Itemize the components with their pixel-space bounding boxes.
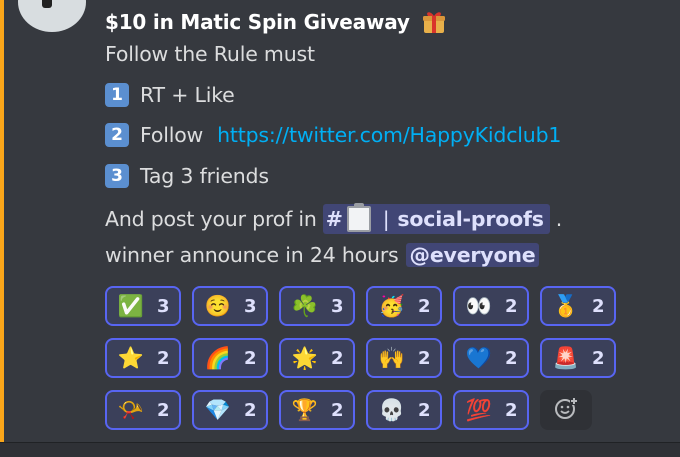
- reaction-pill[interactable]: 🌈 2: [192, 338, 268, 378]
- announce-line: winner announce in 24 hours @everyone: [105, 243, 540, 267]
- post-prefix: And post your prof in: [105, 207, 317, 231]
- reaction-pill[interactable]: ☺️ 3: [192, 286, 268, 326]
- siren-icon: 🚨: [552, 346, 580, 370]
- rule-line-1: 1 RT + Like: [105, 83, 235, 107]
- reaction-count: 2: [592, 347, 605, 369]
- reaction-pill[interactable]: 🥳 2: [366, 286, 442, 326]
- reaction-count: 2: [331, 399, 344, 421]
- intro-text: Follow the Rule must: [105, 42, 315, 66]
- message-title: $10 in Matic Spin Giveaway: [105, 10, 410, 34]
- reaction-pill[interactable]: ✅ 3: [105, 286, 181, 326]
- keycap-one-icon: 1: [105, 83, 129, 107]
- channel-name: social-proofs: [397, 207, 544, 231]
- shamrock-icon: ☘️: [291, 294, 319, 318]
- reaction-pill[interactable]: 💎 2: [192, 390, 268, 430]
- channel-separator: |: [382, 207, 390, 231]
- reaction-count: 2: [505, 399, 518, 421]
- reaction-count: 2: [418, 347, 431, 369]
- post-line: And post your prof in # | social-proofs …: [105, 203, 563, 234]
- reaction-count: 2: [244, 399, 257, 421]
- reaction-count: 2: [418, 399, 431, 421]
- message-title-row: $10 in Matic Spin Giveaway: [105, 7, 446, 37]
- reaction-count: 2: [331, 347, 344, 369]
- party-face-icon: 🥳: [378, 294, 406, 318]
- gold-medal-icon: 🥇: [552, 294, 580, 318]
- gem-icon: 💎: [204, 398, 232, 422]
- raised-hands-icon: 🙌: [378, 346, 406, 370]
- avatar[interactable]: [18, 0, 86, 32]
- blue-heart-icon: 💙: [465, 346, 493, 370]
- reaction-count: 2: [505, 295, 518, 317]
- reaction-pill[interactable]: 🌟 2: [279, 338, 355, 378]
- skull-icon: 💀: [378, 398, 406, 422]
- reaction-pill[interactable]: 💀 2: [366, 390, 442, 430]
- everyone-mention[interactable]: @everyone: [405, 243, 540, 267]
- reaction-pill[interactable]: 🏆 2: [279, 390, 355, 430]
- rule-text-2: Follow: [140, 123, 204, 147]
- post-suffix: .: [555, 207, 563, 231]
- channel-mention[interactable]: # | social-proofs: [322, 203, 550, 234]
- reaction-count: 3: [244, 295, 257, 317]
- add-reaction-button[interactable]: [540, 390, 592, 430]
- reaction-count: 2: [157, 399, 170, 421]
- reaction-pill[interactable]: 📯 2: [105, 390, 181, 430]
- reaction-count: 2: [244, 347, 257, 369]
- intro-line: Follow the Rule must: [105, 42, 315, 66]
- trophy-icon: 🏆: [291, 398, 319, 422]
- star-icon: ⭐: [117, 346, 145, 370]
- reaction-pill[interactable]: 👀 2: [453, 286, 529, 326]
- reaction-count: 2: [592, 295, 605, 317]
- rainbow-icon: 🌈: [204, 346, 232, 370]
- rule-line-3: 3 Tag 3 friends: [105, 164, 269, 188]
- reaction-count: 2: [157, 347, 170, 369]
- reaction-pill[interactable]: ⭐ 2: [105, 338, 181, 378]
- keycap-three-icon: 3: [105, 164, 129, 188]
- check-mark-icon: ✅: [117, 294, 145, 318]
- channel-hash: #: [325, 207, 343, 231]
- smiling-face-icon: ☺️: [204, 294, 232, 318]
- keycap-two-icon: 2: [105, 123, 129, 147]
- postal-horn-icon: 📯: [117, 398, 145, 422]
- announce-text: winner announce in 24 hours: [105, 243, 399, 267]
- clipboard-icon: [346, 203, 371, 232]
- highlight-accent-bar: [0, 0, 4, 442]
- rule-text-3: Tag 3 friends: [140, 164, 269, 188]
- bottom-divider: [0, 442, 680, 457]
- eyes-icon: 👀: [465, 294, 493, 318]
- rule-text-1: RT + Like: [140, 83, 235, 107]
- twitter-link[interactable]: https://twitter.com/HappyKidclub1: [217, 123, 561, 147]
- gift-icon: [422, 10, 446, 34]
- reaction-pill[interactable]: 🚨 2: [540, 338, 616, 378]
- hundred-points-icon: 💯: [465, 398, 493, 422]
- reaction-count: 3: [331, 295, 344, 317]
- reaction-pill[interactable]: 💯 2: [453, 390, 529, 430]
- reaction-count: 3: [157, 295, 170, 317]
- reaction-count: 2: [418, 295, 431, 317]
- rule-line-2: 2 Follow https://twitter.com/HappyKidclu…: [105, 123, 561, 147]
- glowing-star-icon: 🌟: [291, 346, 319, 370]
- add-reaction-icon: [553, 395, 579, 425]
- reaction-pill[interactable]: 🥇 2: [540, 286, 616, 326]
- reaction-pill[interactable]: 💙 2: [453, 338, 529, 378]
- reaction-pill[interactable]: ☘️ 3: [279, 286, 355, 326]
- reaction-count: 2: [505, 347, 518, 369]
- reaction-pill[interactable]: 🙌 2: [366, 338, 442, 378]
